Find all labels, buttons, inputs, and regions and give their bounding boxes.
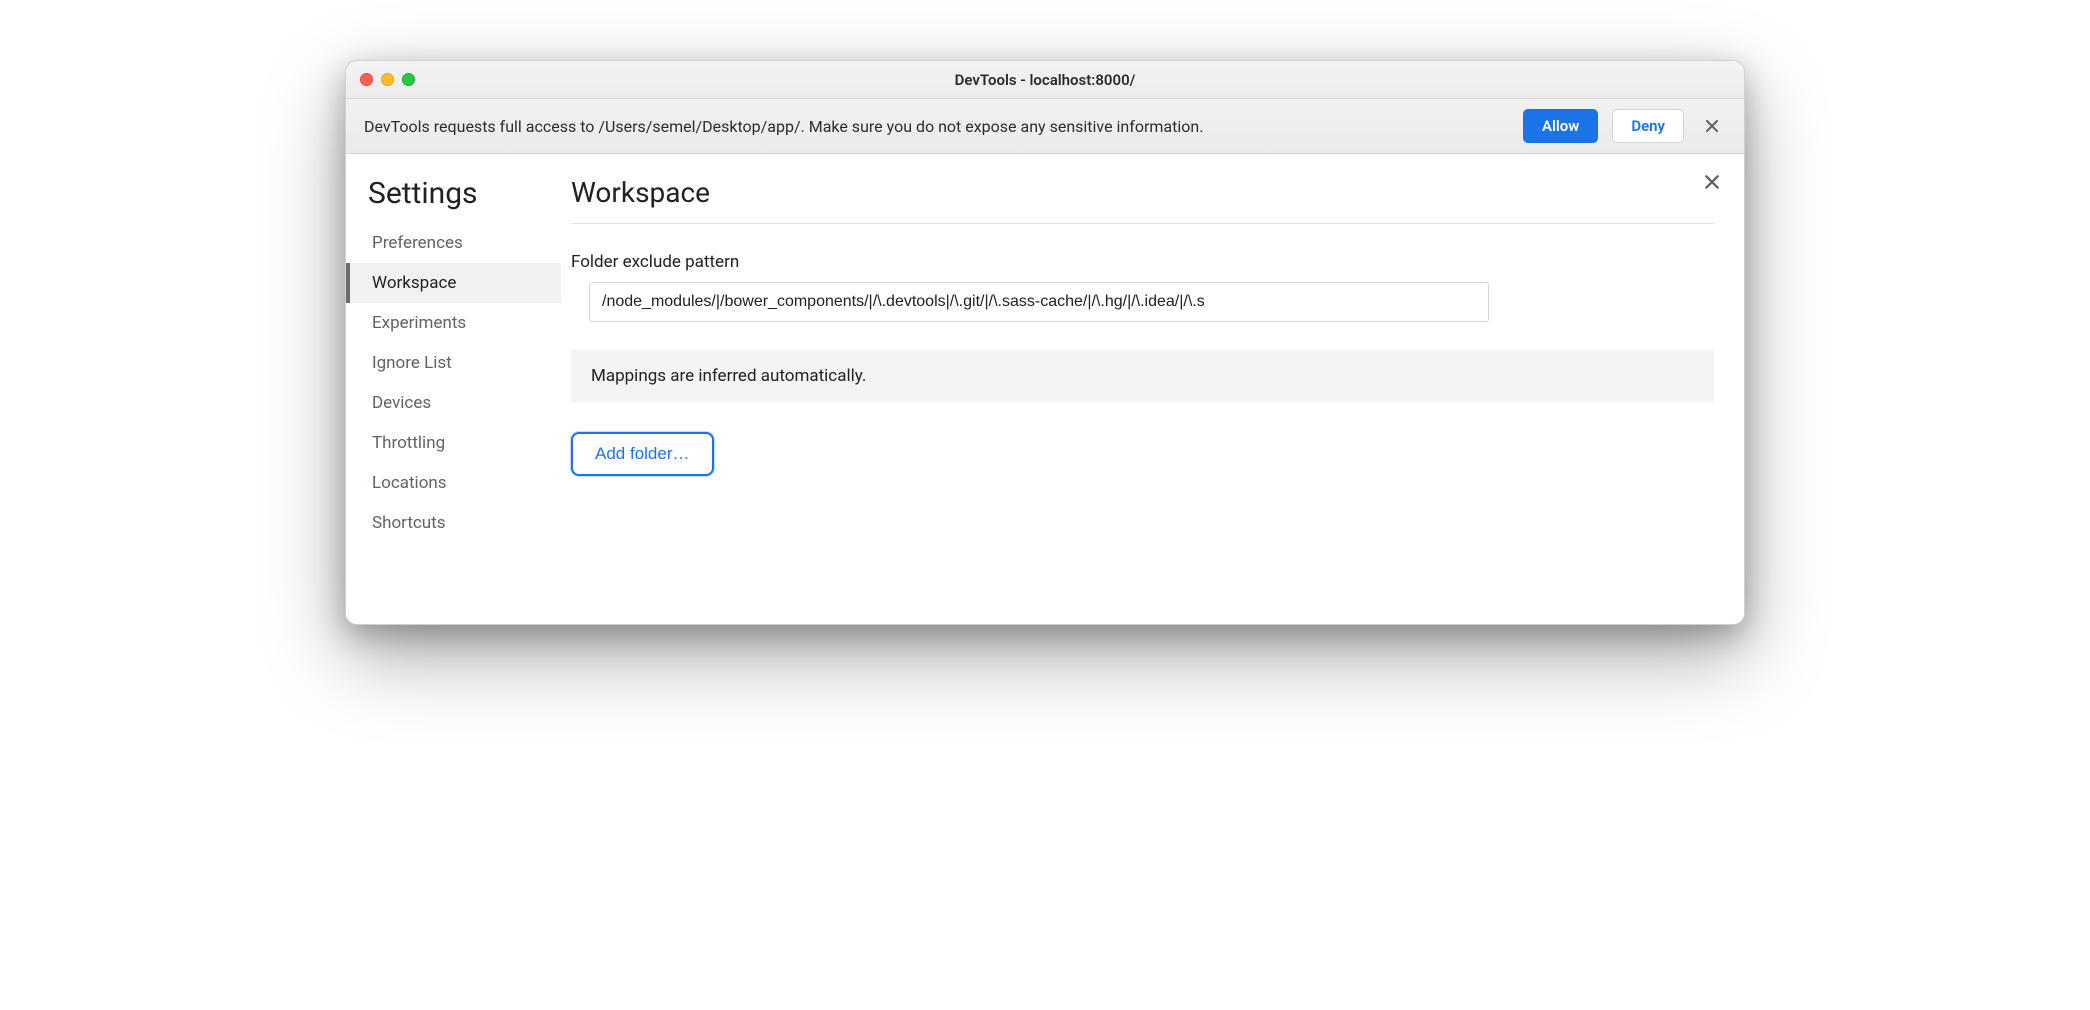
dismiss-infobar-button[interactable] [1698, 112, 1726, 140]
close-icon [1704, 174, 1720, 190]
add-folder-button[interactable]: Add folder… [571, 432, 714, 476]
settings-sidebar: Settings Preferences Workspace Experimen… [346, 154, 561, 624]
window-title: DevTools - localhost:8000/ [346, 71, 1744, 89]
sidebar-item-label: Preferences [372, 233, 463, 253]
zoom-window-button[interactable] [402, 73, 415, 86]
sidebar-item-label: Locations [372, 473, 447, 493]
minimize-window-button[interactable] [381, 73, 394, 86]
access-request-infobar: DevTools requests full access to /Users/… [346, 99, 1744, 154]
page-title: Workspace [571, 176, 1714, 224]
sidebar-item-workspace[interactable]: Workspace [346, 263, 561, 303]
sidebar-item-label: Shortcuts [372, 513, 446, 533]
sidebar-item-devices[interactable]: Devices [346, 383, 561, 423]
sidebar-item-preferences[interactable]: Preferences [346, 223, 561, 263]
close-window-button[interactable] [360, 73, 373, 86]
exclude-pattern-input[interactable] [589, 282, 1489, 322]
settings-heading: Settings [346, 176, 561, 223]
deny-button[interactable]: Deny [1612, 109, 1684, 143]
sidebar-item-throttling[interactable]: Throttling [346, 423, 561, 463]
mappings-note: Mappings are inferred automatically. [571, 350, 1714, 402]
settings-panel: Settings Preferences Workspace Experimen… [346, 154, 1744, 624]
allow-button[interactable]: Allow [1523, 109, 1598, 143]
traffic-lights [360, 73, 415, 86]
sidebar-item-label: Devices [372, 393, 431, 413]
sidebar-item-label: Ignore List [372, 353, 452, 373]
sidebar-item-ignore-list[interactable]: Ignore List [346, 343, 561, 383]
devtools-window: DevTools - localhost:8000/ DevTools requ… [345, 60, 1745, 625]
settings-main: Workspace Folder exclude pattern Mapping… [561, 154, 1744, 624]
sidebar-item-label: Throttling [372, 433, 445, 453]
close-icon [1705, 119, 1719, 133]
sidebar-item-label: Experiments [372, 313, 466, 333]
sidebar-item-label: Workspace [372, 273, 456, 293]
sidebar-item-experiments[interactable]: Experiments [346, 303, 561, 343]
sidebar-item-locations[interactable]: Locations [346, 463, 561, 503]
titlebar: DevTools - localhost:8000/ [346, 61, 1744, 99]
close-settings-button[interactable] [1698, 168, 1726, 196]
sidebar-item-shortcuts[interactable]: Shortcuts [346, 503, 561, 543]
exclude-pattern-label: Folder exclude pattern [571, 252, 1714, 272]
infobar-message: DevTools requests full access to /Users/… [364, 117, 1509, 136]
